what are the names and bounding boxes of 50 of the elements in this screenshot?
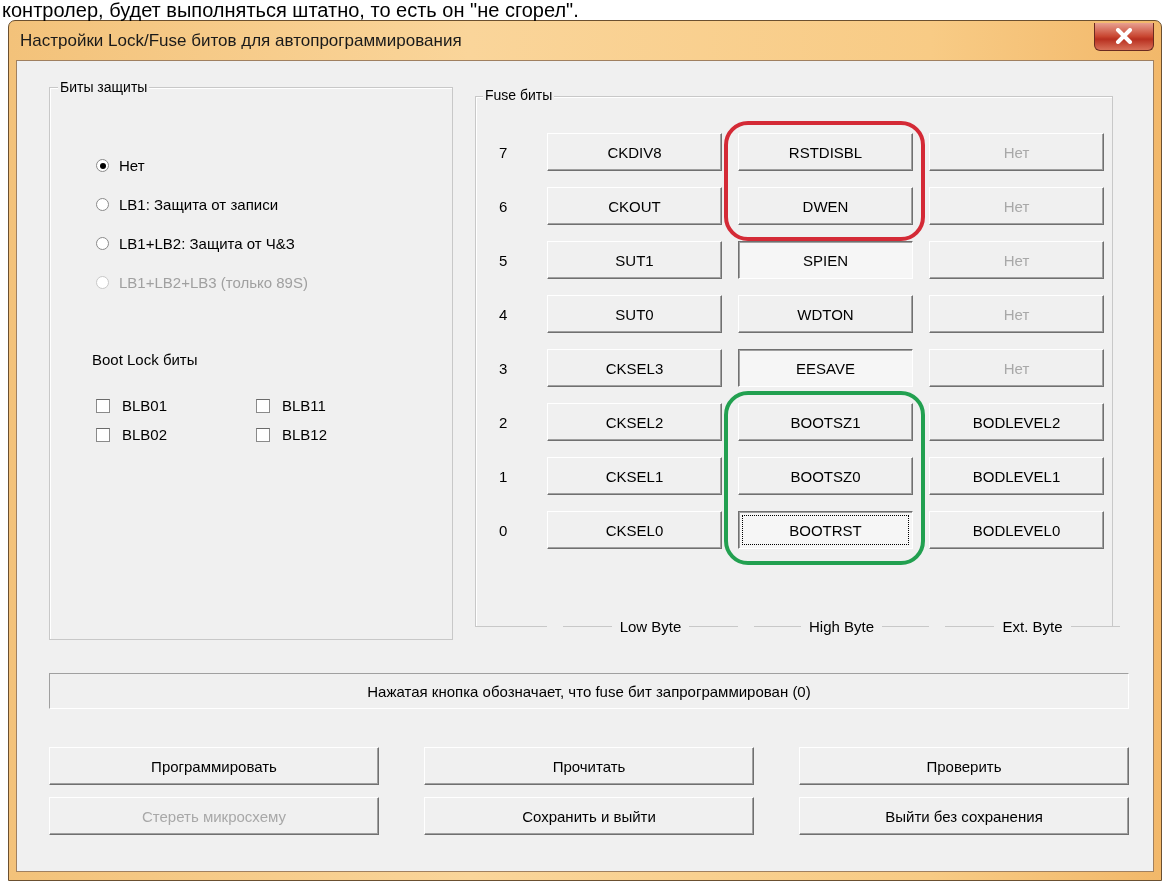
action-button[interactable]: Программировать	[49, 747, 379, 785]
checkbox[interactable]: BLB12	[256, 426, 416, 443]
bit-number: 0	[498, 520, 509, 541]
fuse-toggle-button[interactable]: RSTDISBL	[738, 133, 913, 171]
fuse-toggle-button[interactable]: BODLEVEL0	[929, 511, 1104, 549]
fuse-toggle-button[interactable]: CKDIV8	[547, 133, 722, 171]
column-label: High Byte	[809, 617, 875, 635]
fuse-toggle-button[interactable]: EESAVE	[738, 349, 913, 387]
column-label: Low Byte	[619, 617, 682, 635]
fuse-toggle-button[interactable]: BOOTRST	[738, 511, 913, 549]
close-button[interactable]	[1094, 22, 1154, 51]
fuse-toggle-button[interactable]: DWEN	[738, 187, 913, 225]
fuse-toggle-button[interactable]: SUT1	[547, 241, 722, 279]
action-button[interactable]: Сохранить и выйти	[424, 797, 754, 835]
fuse-toggle-button[interactable]: CKSEL0	[547, 511, 722, 549]
fuse-toggle-button[interactable]: CKOUT	[547, 187, 722, 225]
fuse-toggle-button[interactable]: CKSEL2	[547, 403, 722, 441]
action-button[interactable]: Проверить	[799, 747, 1129, 785]
radio-option[interactable]: Нет	[96, 146, 145, 185]
fuse-toggle-button[interactable]: CKSEL1	[547, 457, 722, 495]
fuse-toggle-button[interactable]: BODLEVEL1	[929, 457, 1104, 495]
checkbox[interactable]: BLB02	[96, 426, 256, 443]
checkbox[interactable]: BLB01	[96, 397, 256, 414]
bit-number: 2	[498, 412, 509, 433]
fuse-toggle-button[interactable]: WDTON	[738, 295, 913, 333]
fuse-toggle-button[interactable]: SUT0	[547, 295, 722, 333]
fuse-toggle-button[interactable]: CKSEL3	[547, 349, 722, 387]
bit-number: 3	[498, 358, 509, 379]
close-icon	[1114, 28, 1134, 44]
radio-option[interactable]: LB1: Защита от записи	[96, 185, 278, 224]
fuse-toggle-button[interactable]: BODLEVEL2	[929, 403, 1104, 441]
window-title: Настройки Lock/Fuse битов для автопрограммирования	[19, 30, 462, 51]
section-label: Boot Lock биты	[92, 351, 198, 370]
action-button[interactable]: Выйти без сохранения	[799, 797, 1129, 835]
bit-number: 4	[498, 304, 509, 325]
bit-number: 6	[498, 196, 509, 217]
group-title: Биты защиты	[58, 79, 150, 95]
status-text: Нажатая кнопка обозначает, что fuse бит запрограммирован (0)	[49, 673, 1129, 709]
column-label: Ext. Byte	[1002, 617, 1063, 635]
bit-number: 7	[498, 142, 509, 163]
checkbox[interactable]: BLB11	[256, 397, 416, 414]
bit-number: 5	[498, 250, 509, 271]
group-title: Fuse биты	[483, 87, 555, 103]
fuse-toggle-button[interactable]: BOOTSZ0	[738, 457, 913, 495]
radio-option[interactable]: LB1+LB2: Защита от Ч&З	[96, 224, 295, 263]
fuse-toggle-button[interactable]: SPIEN	[738, 241, 913, 279]
action-button[interactable]: Прочитать	[424, 747, 754, 785]
bit-number: 1	[498, 466, 509, 487]
caption-text: контролер, будет выполняться штатно, то есть он "не сгорел".	[1, 0, 580, 20]
fuse-toggle-button[interactable]: BOOTSZ1	[738, 403, 913, 441]
